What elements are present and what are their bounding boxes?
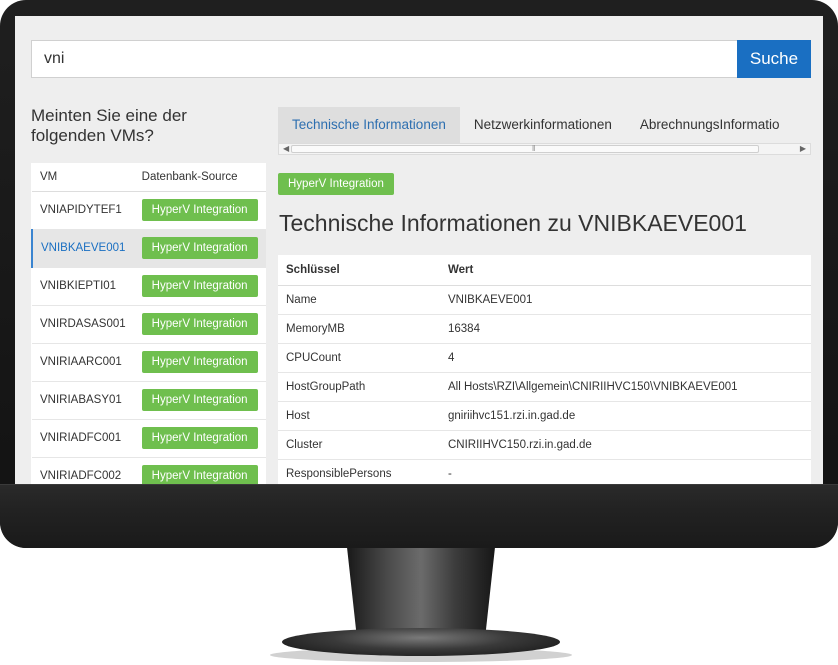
kv-value: 16384 <box>440 314 811 344</box>
kv-value: All Hosts\RZI\Allgemein\CNIRIIHVC150\VNI… <box>440 372 811 402</box>
vm-row-selected[interactable]: VNIBKAEVE001 HyperV Integration <box>31 229 266 268</box>
kv-value: CNIRIIHVC150.rzi.in.gad.de <box>440 430 811 460</box>
source-cell: HyperV Integration <box>133 419 266 458</box>
vm-name: VNIAPIDYTEF1 <box>32 191 134 230</box>
vm-row[interactable]: VNIRDASAS001 HyperV Integration <box>32 305 266 344</box>
source-badge-button[interactable]: HyperV Integration <box>141 427 258 449</box>
source-badge-button[interactable]: HyperV Integration <box>141 275 258 297</box>
source-cell: HyperV Integration <box>133 267 266 306</box>
vm-column-header: VM <box>32 163 134 192</box>
vm-name: VNIRIABASY01 <box>32 381 134 420</box>
screen: Suche Meinten Sie eine der folgenden VMs… <box>15 16 823 484</box>
vm-name: VNIBKIEPTI01 <box>32 267 134 306</box>
tab-billing-info[interactable]: AbrechnungsInformatio <box>626 107 794 143</box>
source-column-header: Datenbank-Source <box>133 163 266 192</box>
kv-key: CPUCount <box>278 343 440 373</box>
suggestions-title: Meinten Sie eine der folgenden VMs? <box>31 106 187 145</box>
kv-value: VNIBKAEVE001 <box>440 285 811 315</box>
vm-suggestion-table: VM Datenbank-Source VNIAPIDYTEF1 HyperV … <box>31 163 266 484</box>
source-badge-button[interactable]: HyperV Integration <box>141 313 258 335</box>
technical-info-table: Schlüssel Wert Name VNIBKAEVE001 MemoryM… <box>278 255 811 484</box>
table-row: CPUCount 4 <box>278 343 811 373</box>
scroll-left-arrow-icon[interactable]: ◀ <box>283 143 289 155</box>
tab-network-info[interactable]: Netzwerkinformationen <box>460 107 626 143</box>
source-badge-button[interactable]: HyperV Integration <box>141 351 258 373</box>
vm-row[interactable]: VNIRIADFC002 HyperV Integration <box>32 457 266 484</box>
vm-name: VNIRIAARC001 <box>32 343 134 382</box>
kv-value: - <box>440 459 811 484</box>
source-cell: HyperV Integration <box>133 381 266 420</box>
key-column-header: Schlüssel <box>278 255 440 286</box>
detail-tabs: Technische Informationen Netzwerkinforma… <box>278 107 811 143</box>
vm-row[interactable]: VNIRIAARC001 HyperV Integration <box>32 343 266 382</box>
tabs-horizontal-scrollbar[interactable]: ◀ ‖ ▶ <box>278 143 811 155</box>
kv-key: Name <box>278 285 440 315</box>
kv-key: MemoryMB <box>278 314 440 344</box>
details-title: Technische Informationen zu VNIBKAEVE001 <box>279 210 747 236</box>
kv-header-row: Schlüssel Wert <box>278 255 811 286</box>
kv-value: 4 <box>440 343 811 373</box>
search-bar: Suche <box>31 40 811 78</box>
detail-source-badge-button[interactable]: HyperV Integration <box>278 173 394 195</box>
vm-row[interactable]: VNIRIADFC001 HyperV Integration <box>32 419 266 458</box>
scroll-right-arrow-icon[interactable]: ▶ <box>800 143 806 155</box>
vm-row[interactable]: VNIRIABASY01 HyperV Integration <box>32 381 266 420</box>
source-badge-button[interactable]: HyperV Integration <box>141 389 258 411</box>
vm-name: VNIRIADFC002 <box>32 457 134 484</box>
vm-row[interactable]: VNIBKIEPTI01 HyperV Integration <box>32 267 266 306</box>
monitor-stand-neck <box>347 548 495 640</box>
monitor-chin <box>0 484 838 548</box>
source-badge-button[interactable]: HyperV Integration <box>141 199 258 221</box>
vm-table-header-row: VM Datenbank-Source <box>32 163 266 192</box>
kv-key: Host <box>278 401 440 431</box>
kv-value: gniriihvc151.rzi.in.gad.de <box>440 401 811 431</box>
vm-row[interactable]: VNIAPIDYTEF1 HyperV Integration <box>32 191 266 230</box>
table-row: ResponsiblePersons - <box>278 459 811 484</box>
kv-key: Cluster <box>278 430 440 460</box>
vm-name: VNIRIADFC001 <box>32 419 134 458</box>
table-row: Host gniriihvc151.rzi.in.gad.de <box>278 401 811 431</box>
tab-technical-info[interactable]: Technische Informationen <box>278 107 460 143</box>
source-cell: HyperV Integration <box>133 229 266 268</box>
source-badge-button[interactable]: HyperV Integration <box>141 237 258 259</box>
scrollbar-thumb[interactable]: ‖ <box>291 144 759 153</box>
search-button[interactable]: Suche <box>737 40 811 78</box>
search-input[interactable] <box>31 40 737 78</box>
source-cell: HyperV Integration <box>133 191 266 230</box>
kv-key: ResponsiblePersons <box>278 459 440 484</box>
source-badge-button[interactable]: HyperV Integration <box>141 465 258 484</box>
vm-name: VNIRDASAS001 <box>32 305 134 344</box>
scrollbar-grip-icon: ‖ <box>532 144 536 153</box>
source-cell: HyperV Integration <box>133 343 266 382</box>
table-row: Name VNIBKAEVE001 <box>278 285 811 315</box>
monitor-stand-base <box>282 628 560 656</box>
table-row: MemoryMB 16384 <box>278 314 811 344</box>
source-cell: HyperV Integration <box>133 457 266 484</box>
table-row: HostGroupPath All Hosts\RZI\Allgemein\CN… <box>278 372 811 402</box>
source-cell: HyperV Integration <box>133 305 266 344</box>
table-row: Cluster CNIRIIHVC150.rzi.in.gad.de <box>278 430 811 460</box>
kv-key: HostGroupPath <box>278 372 440 402</box>
vm-name: VNIBKAEVE001 <box>31 229 134 268</box>
value-column-header: Wert <box>440 255 811 286</box>
